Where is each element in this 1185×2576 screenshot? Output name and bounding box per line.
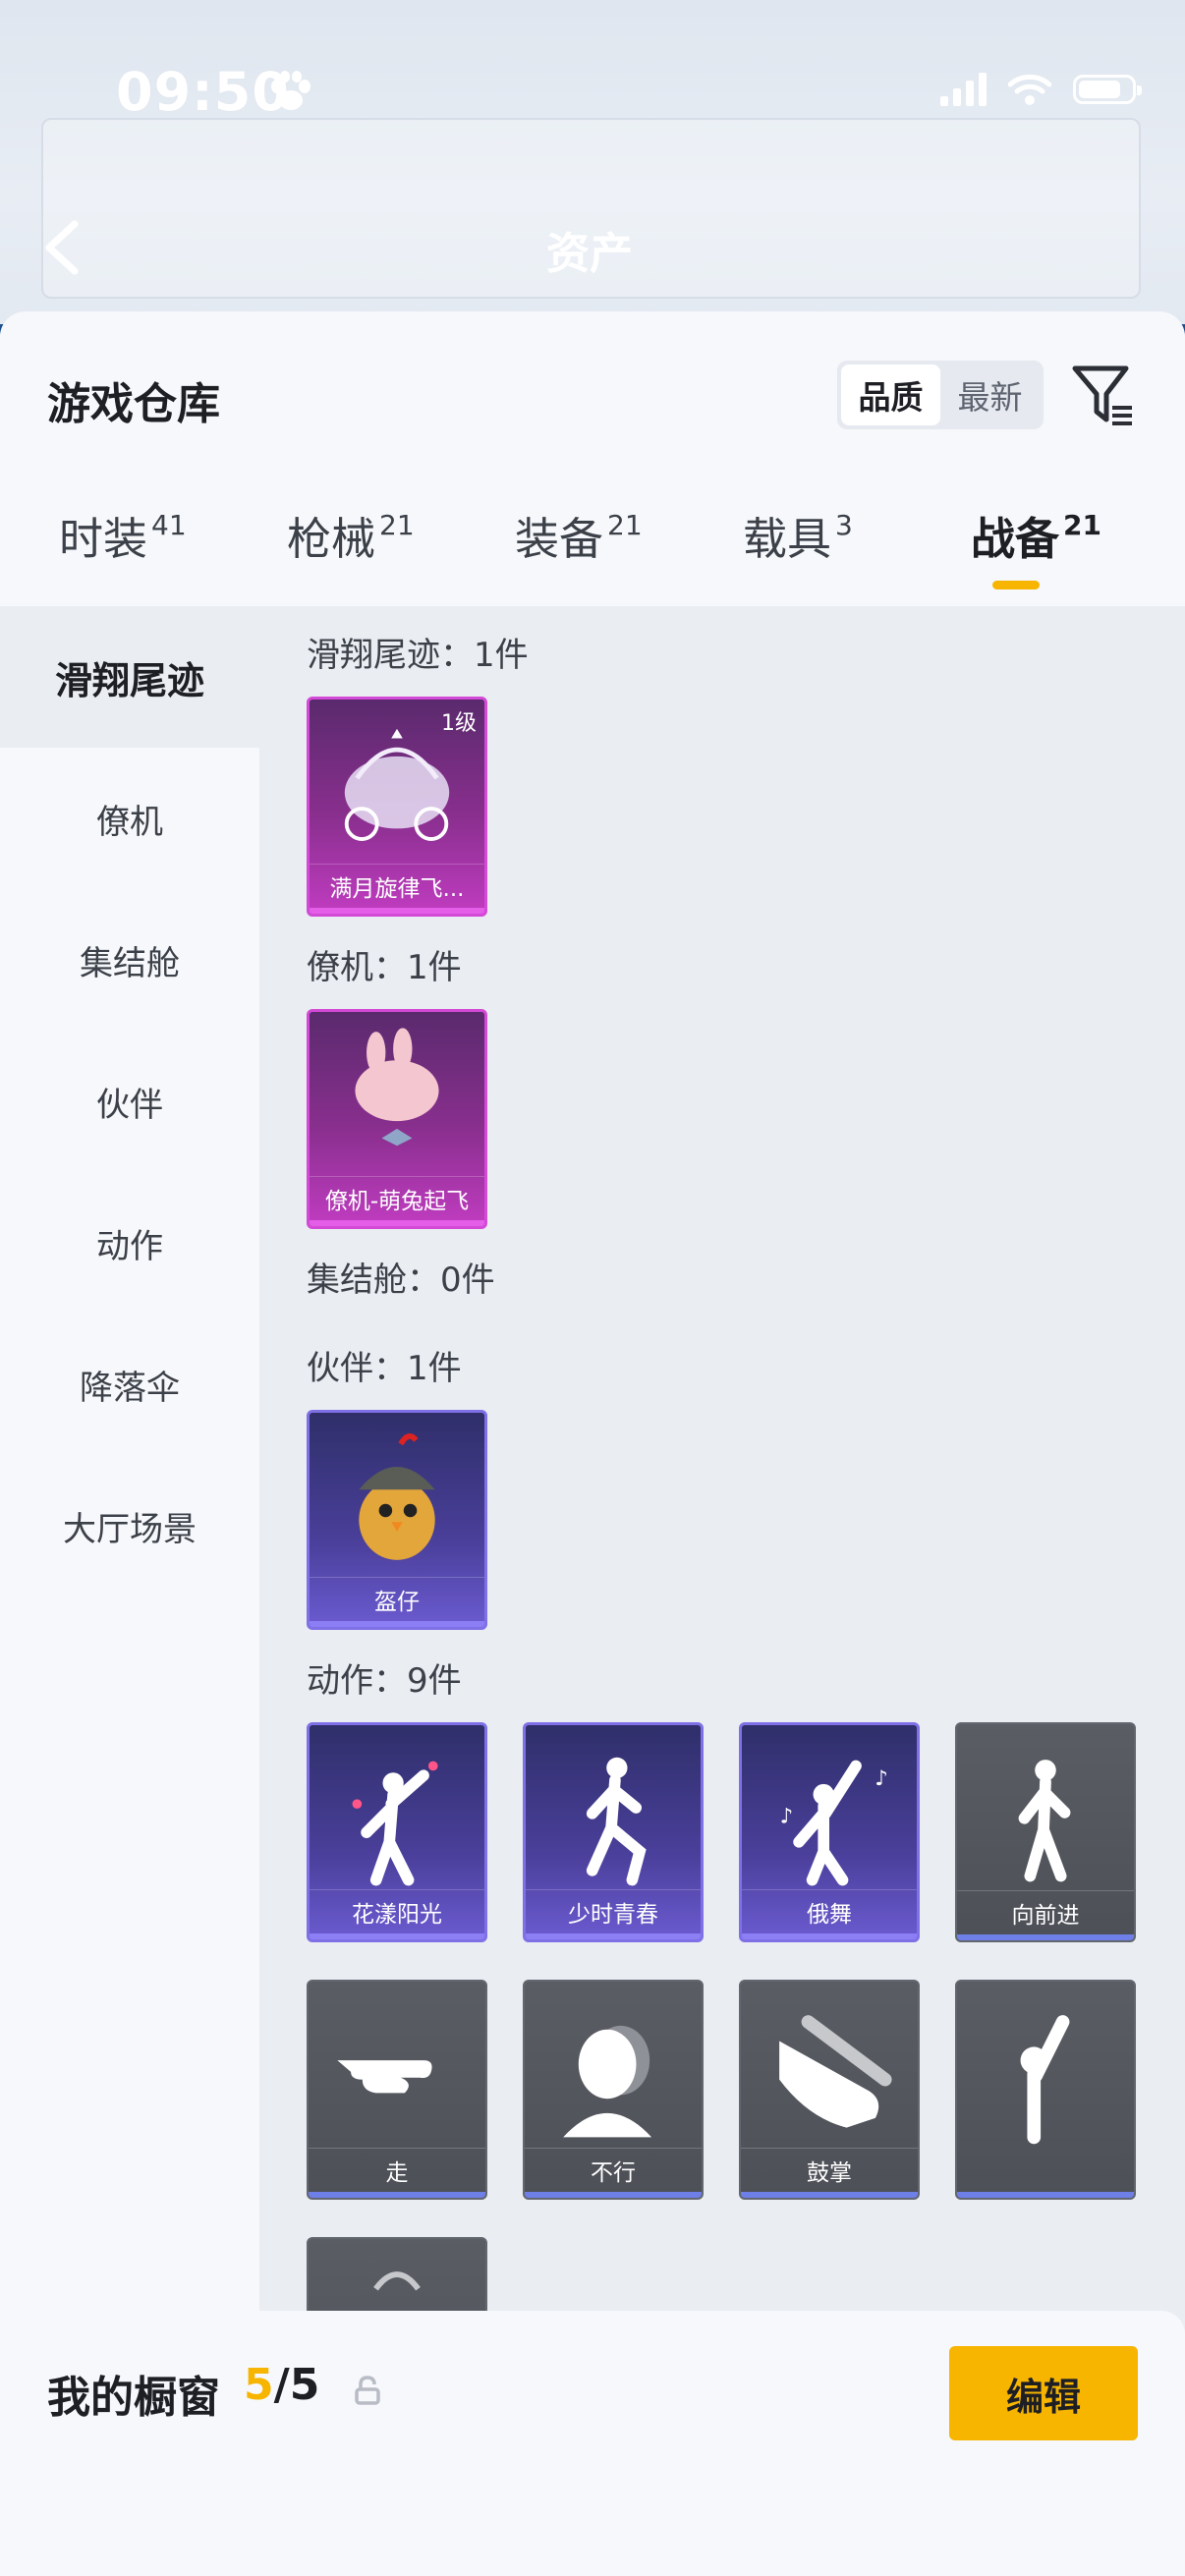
back-chevron-icon[interactable] <box>39 218 86 277</box>
rarity-bar <box>310 908 484 914</box>
rarity-bar <box>309 2192 485 2198</box>
walking-figure-icon <box>1018 1760 1071 1882</box>
blurred-header-background: 09:50 资产 <box>0 0 1185 324</box>
item-name: 少时青春 <box>526 1889 701 1933</box>
bunny-wingman-icon <box>355 1028 439 1147</box>
lock-icon <box>355 2376 380 2405</box>
item-name: 走 <box>309 2148 485 2192</box>
item-name: 花漾阳光 <box>310 1889 484 1933</box>
item-name: 俄舞 <box>742 1889 917 1933</box>
rarity-bar <box>957 2192 1134 2198</box>
rarity-bar <box>310 1933 484 1939</box>
item-card[interactable]: 僚机-萌兔起飞 <box>307 1009 487 1229</box>
item-name: 盔仔 <box>310 1577 484 1621</box>
section-label: 伙伴：1件 <box>307 1349 462 1388</box>
item-card[interactable]: 鼓掌 <box>739 1980 920 2200</box>
clapping-hands-icon <box>779 2015 892 2128</box>
item-card[interactable]: ♪ ♪ 俄舞 <box>739 1722 920 1942</box>
tab-label: 枪械 <box>287 513 376 565</box>
waving-figure-icon <box>1020 2015 1070 2145</box>
tab-label: 装备 <box>515 513 604 565</box>
tab-count: 3 <box>835 509 853 541</box>
tab-count: 21 <box>379 509 415 541</box>
chick-companion-icon <box>359 1433 435 1560</box>
tab-equipment[interactable]: 装备 21 <box>515 503 643 567</box>
showcase-current: 5 <box>244 2360 274 2410</box>
battery-icon <box>1073 75 1142 104</box>
item-card[interactable]: 花漾阳光 <box>307 1722 487 1942</box>
sidebar-item-emote[interactable]: 动作 <box>0 1172 259 1314</box>
dancer-figure-icon <box>586 1757 647 1886</box>
dancer-figure-icon <box>352 1761 438 1886</box>
paw-icon <box>271 71 310 110</box>
sort-latest-button[interactable]: 最新 <box>940 364 1040 425</box>
svg-text:♪: ♪ <box>780 1805 794 1829</box>
section-label: 集结舱：0件 <box>307 1260 495 1300</box>
item-name: 不行 <box>525 2148 702 2192</box>
edit-button[interactable]: 编辑 <box>949 2346 1138 2440</box>
rarity-bar <box>310 1621 484 1627</box>
tab-label: 战备 <box>971 513 1060 565</box>
warehouse-sheet: 游戏仓库 品质 最新 时装 41 枪械 21 装备 21 载具 3 战备 21 滑翔尾迹 … <box>0 311 1185 2576</box>
warehouse-title: 游戏仓库 <box>47 379 220 429</box>
showcase-total: /5 <box>273 2360 320 2410</box>
sheet-header: 游戏仓库 品质 最新 时装 41 枪械 21 装备 21 载具 3 战备 21 <box>0 311 1185 606</box>
rarity-bar <box>741 2192 918 2198</box>
rarity-bar <box>310 1220 484 1226</box>
rarity-bar <box>525 2192 702 2198</box>
showcase-bar: 我的橱窗 5/5 编辑 <box>0 2311 1185 2576</box>
showcase-count: 5/5 <box>244 2360 319 2410</box>
item-card[interactable]: 盔仔 <box>307 1410 487 1630</box>
tab-battle-prep[interactable]: 战备 21 <box>971 503 1101 567</box>
item-card[interactable]: 不行 <box>523 1980 704 2200</box>
rarity-bar <box>957 1934 1134 1940</box>
tab-vehicles[interactable]: 载具 3 <box>743 503 853 567</box>
item-card[interactable]: 少时青春 <box>523 1722 704 1942</box>
status-time: 09:50 <box>116 61 290 123</box>
item-card[interactable]: 走 <box>307 1980 487 2200</box>
tab-firearms[interactable]: 枪械 21 <box>287 503 415 567</box>
tab-label: 载具 <box>743 513 832 565</box>
item-name: 僚机-萌兔起飞 <box>310 1176 484 1220</box>
svg-text:♪: ♪ <box>875 1766 888 1791</box>
section-label: 僚机：1件 <box>307 948 462 987</box>
pointing-hand-icon <box>337 2060 432 2094</box>
item-card[interactable]: 向前进 <box>955 1722 1136 1942</box>
rarity-bar <box>742 1933 917 1939</box>
subcategory-sidebar: 滑翔尾迹 僚机 集结舱 伙伴 动作 降落伞 大厅场景 <box>0 606 259 2576</box>
signal-icon <box>940 73 987 106</box>
sidebar-item-glide-trail[interactable]: 滑翔尾迹 <box>0 606 259 748</box>
filter-icon[interactable] <box>1069 361 1136 429</box>
section-label: 滑翔尾迹：1件 <box>307 636 529 675</box>
sidebar-item-companion[interactable]: 伙伴 <box>0 1031 259 1172</box>
tab-count: 21 <box>607 509 643 541</box>
sidebar-item-wingman[interactable]: 僚机 <box>0 748 259 889</box>
status-icons <box>940 73 1142 106</box>
tab-label: 时装 <box>59 513 148 565</box>
item-name: 向前进 <box>957 1890 1134 1934</box>
item-level: 1级 <box>441 711 477 736</box>
tab-count: 21 <box>1063 509 1101 541</box>
sort-quality-button[interactable]: 品质 <box>841 364 940 425</box>
showcase-label: 我的橱窗 <box>47 2373 220 2423</box>
tab-count: 41 <box>151 509 187 541</box>
rarity-bar <box>526 1933 701 1939</box>
item-card[interactable]: 1级 满月旋律飞... <box>307 697 487 917</box>
sidebar-item-lobby-scene[interactable]: 大厅场景 <box>0 1455 259 1596</box>
header-title: 资产 <box>546 229 633 279</box>
item-name: 满月旋律飞... <box>310 864 484 908</box>
item-card[interactable] <box>955 1980 1136 2200</box>
sidebar-item-parachute[interactable]: 降落伞 <box>0 1314 259 1455</box>
sidebar-item-assembly-pod[interactable]: 集结舱 <box>0 889 259 1031</box>
sort-toggle: 品质 最新 <box>837 361 1044 429</box>
section-label: 动作：9件 <box>307 1661 462 1701</box>
dancer-figure-icon: ♪♪ <box>780 1760 888 1886</box>
tab-fashion[interactable]: 时装 41 <box>59 503 187 567</box>
head-shake-icon <box>563 2025 652 2138</box>
item-name: 鼓掌 <box>741 2148 918 2192</box>
item-grid-area: 滑翔尾迹：1件 1级 满月旋律飞... 僚机：1件 僚机-萌兔起飞 集结舱：0件… <box>259 606 1185 2576</box>
wifi-icon <box>1008 74 1051 105</box>
active-tab-indicator <box>992 581 1040 589</box>
